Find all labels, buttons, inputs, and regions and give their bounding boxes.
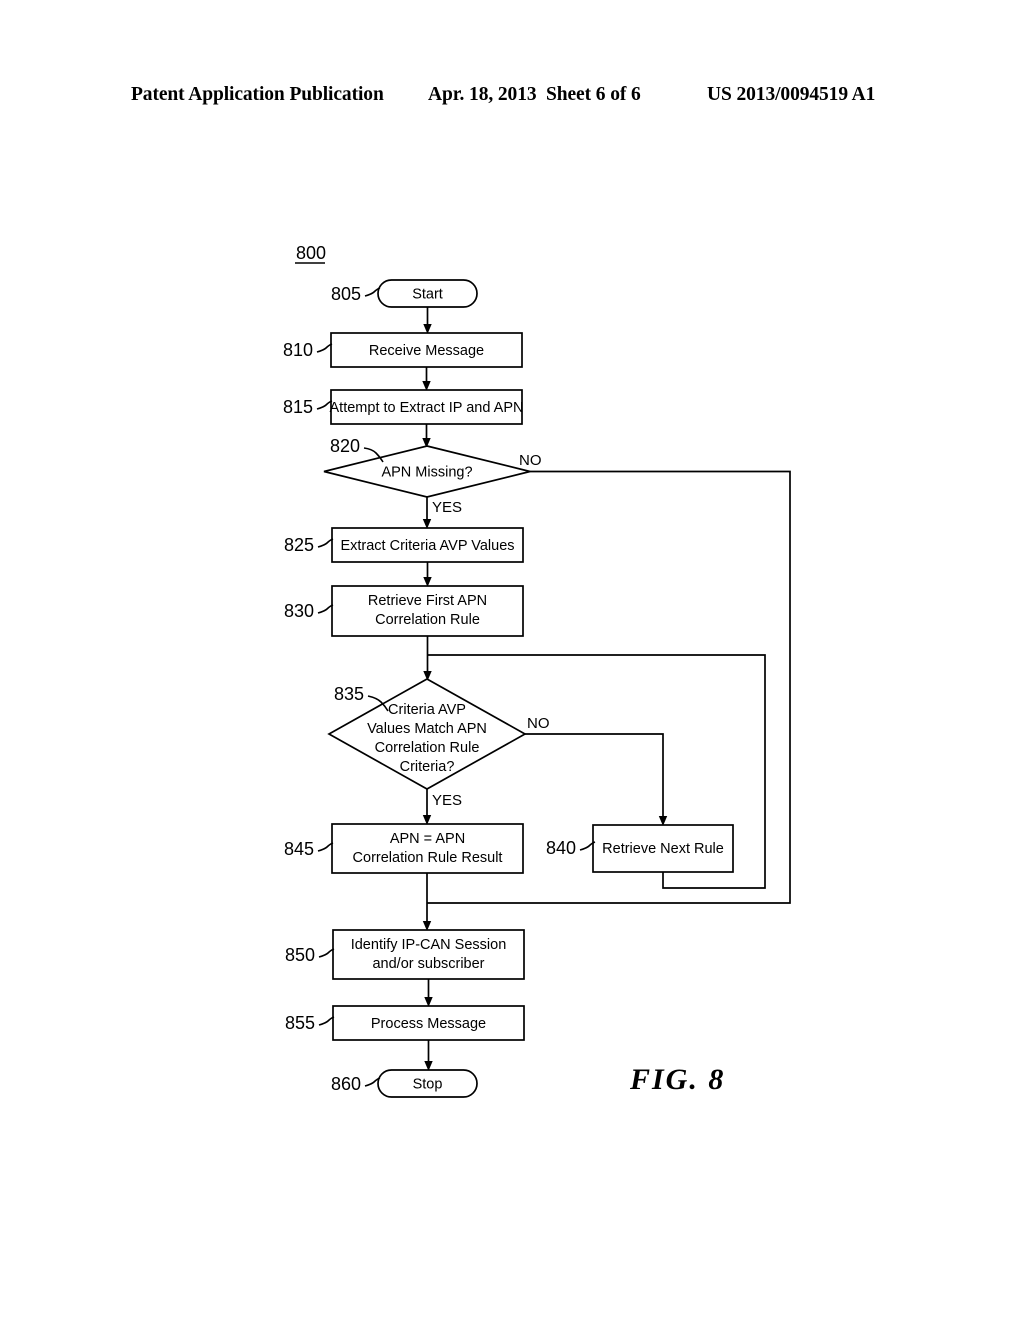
node-process-850-label-line2: and/or subscriber [372,956,484,972]
branch-label-835-yes: YES [432,792,462,809]
node-stop-860-label: Stop [413,1077,443,1093]
node-process-845-label-line1: APN = APN [390,831,465,847]
node-process-825-label: Extract Criteria AVP Values [340,538,514,554]
ref-810: 810 [283,340,313,360]
ref-840: 840 [546,838,576,858]
ref-855: 855 [285,1013,315,1033]
ref-830: 830 [284,601,314,621]
leader-850 [318,948,335,958]
ref-805: 805 [331,284,361,304]
branch-label-835-no: NO [527,715,550,732]
node-decision-835-label-line3: Correlation Rule [375,740,480,756]
node-process-855-label: Process Message [371,1016,486,1032]
node-decision-835-label-line2: Values Match APN [367,721,487,737]
branch-label-820-no: NO [519,452,542,469]
node-decision-835-label-line1: Criteria AVP [388,702,466,718]
ref-835: 835 [334,684,364,704]
node-process-840-label: Retrieve Next Rule [602,841,724,857]
ref-845: 845 [284,839,314,859]
figure-caption: FIG. 8 [630,1063,726,1096]
leader-855 [318,1016,335,1026]
node-decision-820-label: APN Missing? [381,465,472,481]
ref-820: 820 [330,436,360,456]
flowchart-figure-8: 800 Start 805 Receive Message 810 Attemp… [283,243,791,1098]
node-process-810-label: Receive Message [369,343,484,359]
ref-850: 850 [285,945,315,965]
connector-835-no-to-840 [525,733,664,818]
branch-label-820-yes: YES [432,499,462,516]
node-process-815-label: Attempt to Extract IP and APN [330,400,524,416]
node-process-845-label-line2: Correlation Rule Result [353,850,503,866]
node-start-805-label: Start [412,287,443,303]
node-process-830-label-line1: Retrieve First APN [368,593,487,609]
diagram-ref-800: 800 [296,243,326,263]
leader-825 [317,538,334,548]
ref-860: 860 [331,1074,361,1094]
node-decision-835-label-line4: Criteria? [400,759,455,775]
ref-825: 825 [284,535,314,555]
ref-815: 815 [283,397,313,417]
leader-845 [317,842,334,852]
node-process-850-label-line1: Identify IP-CAN Session [351,937,507,953]
leader-830 [317,604,334,614]
leader-810 [316,343,333,353]
node-process-830-label-line2: Correlation Rule [375,612,480,628]
